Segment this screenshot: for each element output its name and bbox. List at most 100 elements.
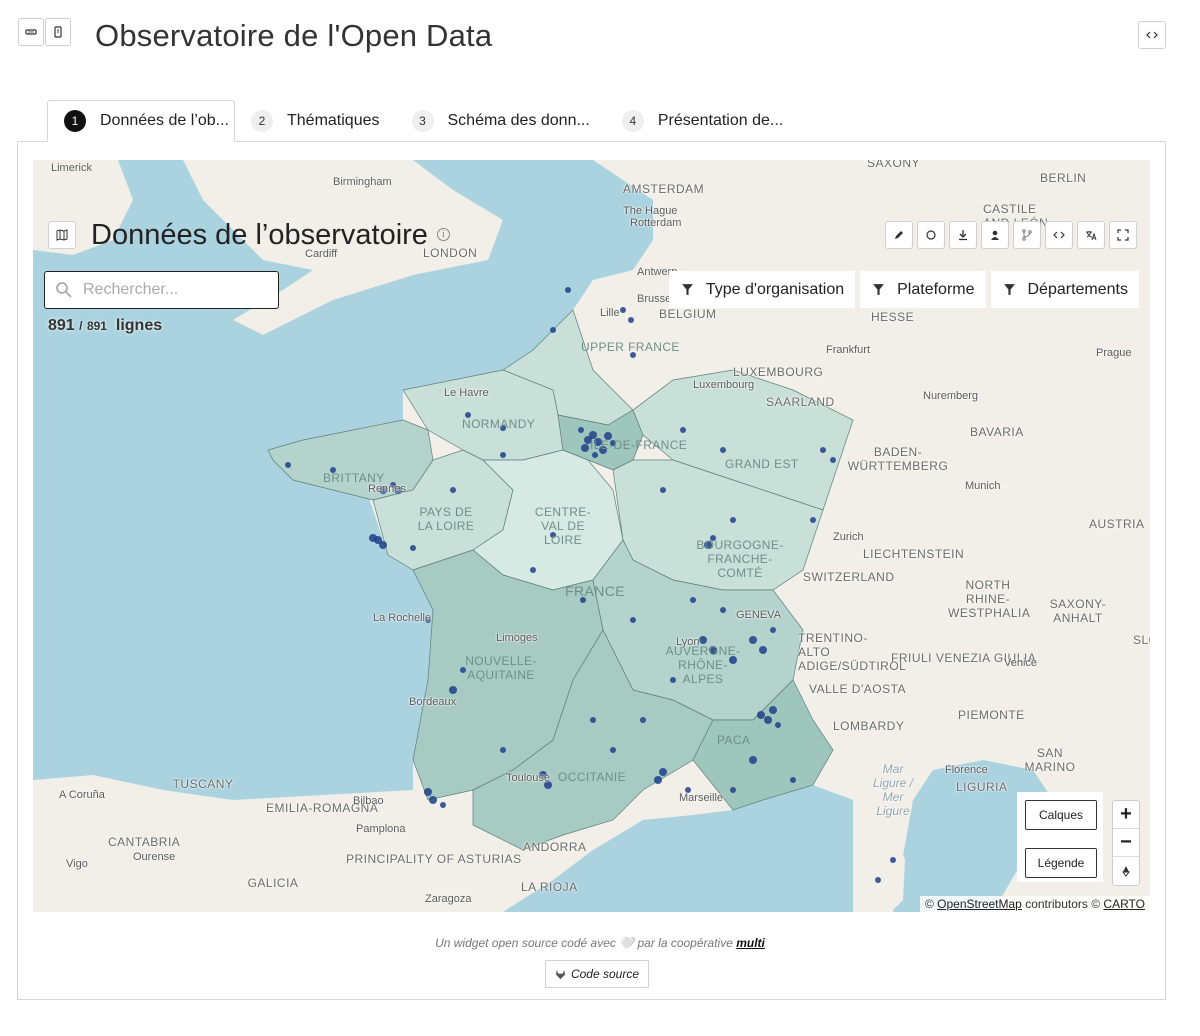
tab-donnees[interactable]: 1 Données de l’ob...	[47, 100, 235, 142]
zoom-out-button[interactable]: −	[1113, 829, 1139, 857]
map-label: Pamplona	[356, 823, 406, 835]
refresh-button[interactable]	[917, 221, 945, 249]
map-label: Nuremberg	[923, 390, 979, 402]
map-label: GALICIA	[247, 876, 299, 890]
map-label: Mar Ligure / Mer Ligure	[872, 762, 914, 818]
git-branch-icon	[1022, 229, 1032, 241]
download-button[interactable]	[949, 221, 977, 249]
tab-thematiques[interactable]: 2 Thématiques	[235, 100, 396, 141]
row-count: 891 / 891 lignes	[48, 317, 162, 335]
tab-label: Données de l’ob...	[100, 112, 229, 129]
map-label: LIECHTENSTEIN	[863, 547, 965, 561]
map-label: BOURGOGNE-FRANCHE-COMTÉ	[696, 538, 784, 580]
count-sep: /	[79, 319, 83, 333]
source-code-label: Code source	[570, 967, 640, 981]
map-label: Zaragoza	[425, 893, 472, 905]
map-canvas[interactable]: Limerick Birmingham AMSTERDAM The Hague …	[33, 160, 1150, 912]
toggle-sidebar-button[interactable]	[18, 18, 44, 46]
zoom-control: + −	[1112, 800, 1140, 886]
reset-north-button[interactable]	[1113, 857, 1139, 885]
embed-button[interactable]	[1045, 221, 1073, 249]
layer-panel: Calques Légende	[1017, 792, 1103, 882]
map-label: LONDON	[423, 246, 478, 260]
tab-schema[interactable]: 3 Schéma des donn...	[396, 100, 606, 141]
map-label: LIGURIA	[956, 780, 1008, 794]
map-label: Venice	[1004, 657, 1038, 669]
filter-label: Type d'organisation	[705, 280, 845, 298]
map-attribution: © OpenStreetMap contributors © CARTO	[919, 896, 1150, 912]
map-label: GRAND EST	[725, 457, 799, 471]
layers-button[interactable]: Calques	[1025, 800, 1097, 830]
filter-departements[interactable]: Départements	[990, 271, 1139, 308]
translate-icon	[1086, 231, 1097, 241]
branch-button[interactable]	[1013, 221, 1041, 249]
map-label: AUSTRIA	[1089, 517, 1145, 531]
attribution-prefix: ©	[924, 897, 934, 911]
filter-icon	[681, 284, 693, 295]
map-label: PAYS DE LA LOIRE	[417, 505, 475, 533]
map-label: Rennes	[368, 483, 406, 495]
map-label: PIEMONTE	[958, 708, 1025, 722]
map-toggle-button[interactable]	[48, 221, 76, 249]
map-label: LA RIOJA	[521, 880, 578, 894]
source-code-button[interactable]: Code source	[545, 960, 649, 988]
filter-bar: Type d'organisation Plateforme Départeme…	[664, 271, 1139, 308]
tab-number: 3	[411, 109, 434, 132]
map-label: The Hague	[623, 205, 678, 217]
map-label: AUVERGNE-RHÔNE-ALPES	[665, 644, 741, 686]
osm-link[interactable]: OpenStreetMap	[937, 897, 1022, 911]
user-button[interactable]	[981, 221, 1009, 249]
tab-label: Schéma des donn...	[447, 111, 590, 129]
legend-button[interactable]: Légende	[1025, 848, 1097, 878]
map-label: SAN MARINO	[1024, 746, 1076, 774]
map-label: ILE-DE-FRANCE	[590, 438, 688, 452]
tab-presentation[interactable]: 4 Présentation de...	[606, 100, 799, 141]
map-label: A Coruña	[59, 789, 105, 801]
map-label: SAXONY-ANHALT	[1049, 597, 1107, 625]
info-icon[interactable]: i	[437, 228, 450, 241]
map-label: SWITZERLAND	[803, 570, 895, 584]
embed-code-button[interactable]	[1138, 21, 1166, 49]
refresh-icon	[926, 230, 936, 240]
filter-type-organisation[interactable]: Type d'organisation	[668, 271, 856, 308]
carto-link[interactable]: CARTO	[1103, 897, 1145, 911]
edit-button[interactable]	[885, 221, 913, 249]
translate-button[interactable]	[1077, 221, 1105, 249]
map-label: CENTRE-VAL DE LOIRE	[534, 505, 592, 547]
map-label: CANTABRIA	[108, 835, 181, 849]
map-label: BADEN-WÜRTTEMBERG	[847, 445, 949, 473]
search-box[interactable]	[44, 271, 279, 309]
search-input[interactable]	[81, 280, 278, 300]
map-label: Lille	[600, 307, 620, 319]
count-unit: lignes	[115, 317, 163, 334]
page-title: Observatoire de l'Open Data	[95, 18, 493, 53]
map-label: Bilbao	[353, 795, 384, 807]
map-label: Limerick	[51, 162, 92, 174]
layout-button[interactable]	[45, 18, 71, 46]
filter-icon	[873, 284, 885, 295]
file-icon	[54, 26, 62, 38]
footer-text: Un widget open source codé avec 🤍 par la…	[435, 936, 733, 950]
dots-icon	[25, 29, 37, 35]
fullscreen-icon	[1117, 229, 1129, 241]
map-label: PACA	[717, 733, 751, 747]
filter-plateforme[interactable]: Plateforme	[860, 271, 986, 308]
pencil-icon	[895, 231, 903, 239]
zoom-in-button[interactable]: +	[1113, 801, 1139, 829]
footer-credit: Un widget open source codé avec 🤍 par la…	[0, 936, 1200, 950]
map-label: VALLE D'AOSTA	[809, 682, 907, 696]
map-label: Le Havre	[444, 387, 489, 399]
map-label: Rotterdam	[630, 217, 682, 229]
map-label: Lyon	[676, 636, 700, 648]
map-label: Marseille	[679, 792, 724, 804]
map-label: BAVARIA	[970, 425, 1024, 439]
map-label: FRANCE	[565, 583, 625, 599]
download-icon	[959, 230, 967, 241]
count-total: 891	[86, 319, 107, 333]
map-label: OCCITANIE	[558, 770, 627, 784]
map-label: Florence	[945, 764, 988, 776]
map-icon	[56, 229, 68, 241]
fullscreen-button[interactable]	[1109, 221, 1137, 249]
coop-link[interactable]: multi	[736, 936, 765, 950]
map-label: Ourense	[133, 851, 176, 863]
